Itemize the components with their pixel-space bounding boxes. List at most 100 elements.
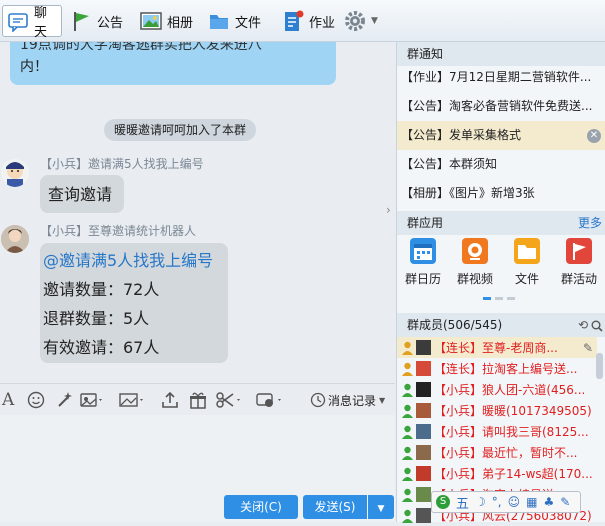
tab-chat[interactable]: 聊天	[2, 5, 62, 40]
app-calendar[interactable]: 群日历	[401, 238, 445, 287]
wrench-icon[interactable]: ✎	[560, 495, 570, 509]
apps-more-link[interactable]: 更多	[578, 211, 602, 235]
app-activity[interactable]: 群活动	[557, 238, 601, 287]
avatar[interactable]	[1, 225, 29, 253]
tab-announcement[interactable]: 公告	[70, 5, 123, 37]
page-indicator[interactable]	[507, 297, 515, 300]
notice-item[interactable]: 【相册】《图片》新增3张	[397, 179, 605, 208]
notice-item[interactable]: 【公告】本群须知	[397, 150, 605, 179]
member-name: 【连长】至尊-老周商...	[434, 341, 558, 355]
picture-icon[interactable]	[119, 389, 147, 411]
gear-icon	[344, 10, 366, 32]
members-title: 群成员(506/545) ⟲	[397, 313, 605, 337]
avatar[interactable]	[416, 361, 431, 376]
tab-announcement-label: 公告	[97, 15, 124, 31]
magic-wand-icon[interactable]	[55, 389, 73, 411]
scrollbar[interactable]	[596, 353, 603, 379]
avatar[interactable]	[416, 466, 431, 481]
moon-icon[interactable]: ☽	[475, 495, 486, 509]
folder-icon	[208, 10, 230, 32]
member-name: 【小兵】弟子14-ws超(170...	[434, 467, 593, 481]
member-item[interactable]: 【小兵】最近忙，暂时不...	[397, 442, 597, 463]
folder-icon	[514, 238, 540, 264]
flag-icon	[70, 10, 92, 32]
role-member-icon	[401, 383, 414, 397]
send-options-button[interactable]: ▼	[368, 495, 394, 519]
role-member-icon	[401, 488, 414, 502]
role-member-icon	[401, 404, 414, 418]
message-history-label: 消息记录	[328, 393, 377, 408]
send-button[interactable]: 发送(S)	[303, 495, 367, 519]
emoji-icon[interactable]	[27, 389, 45, 411]
avatar[interactable]	[416, 487, 431, 502]
message-text: 19点调的大学淘客逃群实把人发来进八	[20, 42, 262, 50]
member-name: 【小兵】狼人团-六道(456...	[434, 383, 586, 397]
member-item[interactable]: 【连长】至尊-老周商... ✎	[397, 337, 597, 358]
refresh-icon[interactable]: ⟲	[578, 313, 588, 337]
top-toolbar: 聊天 公告 相册 文件 作业 ▼	[0, 0, 605, 42]
notice-item[interactable]: 【公告】发单采集格式	[397, 121, 605, 150]
apps-title: 群应用 更多	[397, 211, 605, 235]
notice-item[interactable]: 【作业】7月12日星期二营销软件...	[397, 63, 605, 92]
smile-icon[interactable]: ☺	[508, 495, 521, 509]
member-name: 【小兵】请叫我三哥(8125...	[434, 425, 589, 439]
ime-toolbar[interactable]: S 五 ☽ °, ☺ ▦ ♣ ✎	[431, 491, 581, 513]
chevron-down-icon: ▼	[379, 395, 386, 405]
image-tool-icon[interactable]	[80, 389, 106, 411]
app-label: 群日历	[404, 272, 441, 286]
app-video[interactable]: 群视频	[453, 238, 497, 287]
clock-icon	[310, 392, 326, 408]
settings-menu-button[interactable]: ▼	[344, 5, 378, 37]
gift-icon[interactable]	[189, 389, 207, 411]
message-input[interactable]: 关闭(C) 发送(S) ▼	[0, 415, 395, 522]
upload-icon[interactable]	[161, 389, 179, 411]
mention-link[interactable]: @邀请满5人找我上编号	[43, 246, 225, 275]
member-item[interactable]: 【连长】拉淘客上编号送...	[397, 358, 597, 379]
calendar-icon	[410, 238, 436, 264]
system-message: 暖暖邀请呵呵加入了本群	[104, 119, 257, 141]
avatar[interactable]	[416, 403, 431, 418]
avatar[interactable]	[416, 340, 431, 355]
tab-homework[interactable]: 作业	[282, 5, 335, 37]
role-admin-icon	[401, 362, 414, 376]
video-icon	[462, 238, 488, 264]
keyboard-icon[interactable]: ▦	[526, 495, 537, 509]
chat-icon	[7, 10, 29, 33]
avatar[interactable]	[416, 445, 431, 460]
punctuation-icon[interactable]: °,	[492, 495, 502, 509]
message-history-button[interactable]: 消息记录 ▼	[310, 389, 385, 411]
app-files[interactable]: 文件	[505, 238, 549, 287]
member-item[interactable]: 【小兵】暖暖(1017349505)	[397, 400, 597, 421]
search-icon[interactable]	[591, 313, 603, 337]
member-item[interactable]: 【小兵】请叫我三哥(8125...	[397, 421, 597, 442]
tab-files[interactable]: 文件	[208, 5, 261, 37]
message-text: 退群数量：5人	[43, 309, 150, 328]
avatar[interactable]	[1, 159, 29, 187]
page-indicator[interactable]	[495, 297, 503, 300]
tab-album[interactable]: 相册	[140, 5, 193, 37]
message-text: 查询邀请	[48, 185, 113, 204]
message-text: 内！	[20, 59, 48, 75]
page-indicator[interactable]	[483, 297, 491, 300]
screen-share-icon[interactable]	[256, 389, 286, 411]
shirt-icon[interactable]: ♣	[543, 495, 554, 509]
close-icon[interactable]: ✕	[587, 129, 601, 143]
close-button[interactable]: 关闭(C)	[224, 495, 298, 519]
scissors-icon[interactable]	[216, 389, 244, 411]
avatar[interactable]	[416, 508, 431, 523]
ime-mode-label[interactable]: 五	[456, 493, 469, 512]
avatar[interactable]	[416, 424, 431, 439]
avatar[interactable]	[416, 382, 431, 397]
collapse-panel-icon[interactable]: ›	[386, 195, 396, 225]
edit-icon[interactable]: ✎	[583, 341, 593, 355]
input-toolbar: A 消息记录 ▼	[0, 383, 395, 416]
message-bubble: 查询邀请	[40, 175, 124, 213]
member-item[interactable]: 【小兵】狼人团-六道(456...	[397, 379, 597, 400]
app-label: 群活动	[560, 272, 597, 286]
font-icon[interactable]: A	[2, 389, 14, 411]
apps-title-label: 群应用	[407, 216, 444, 230]
chat-message-area[interactable]: 19点调的大学淘客逃群实把人发来进八 内！ 暖暖邀请呵呵加入了本群 【小兵】邀请…	[0, 42, 395, 383]
chevron-down-icon: ▼	[371, 16, 378, 26]
member-item[interactable]: 【小兵】弟子14-ws超(170...	[397, 463, 597, 484]
notice-item[interactable]: 【公告】淘客必备营销软件免费送...	[397, 92, 605, 121]
